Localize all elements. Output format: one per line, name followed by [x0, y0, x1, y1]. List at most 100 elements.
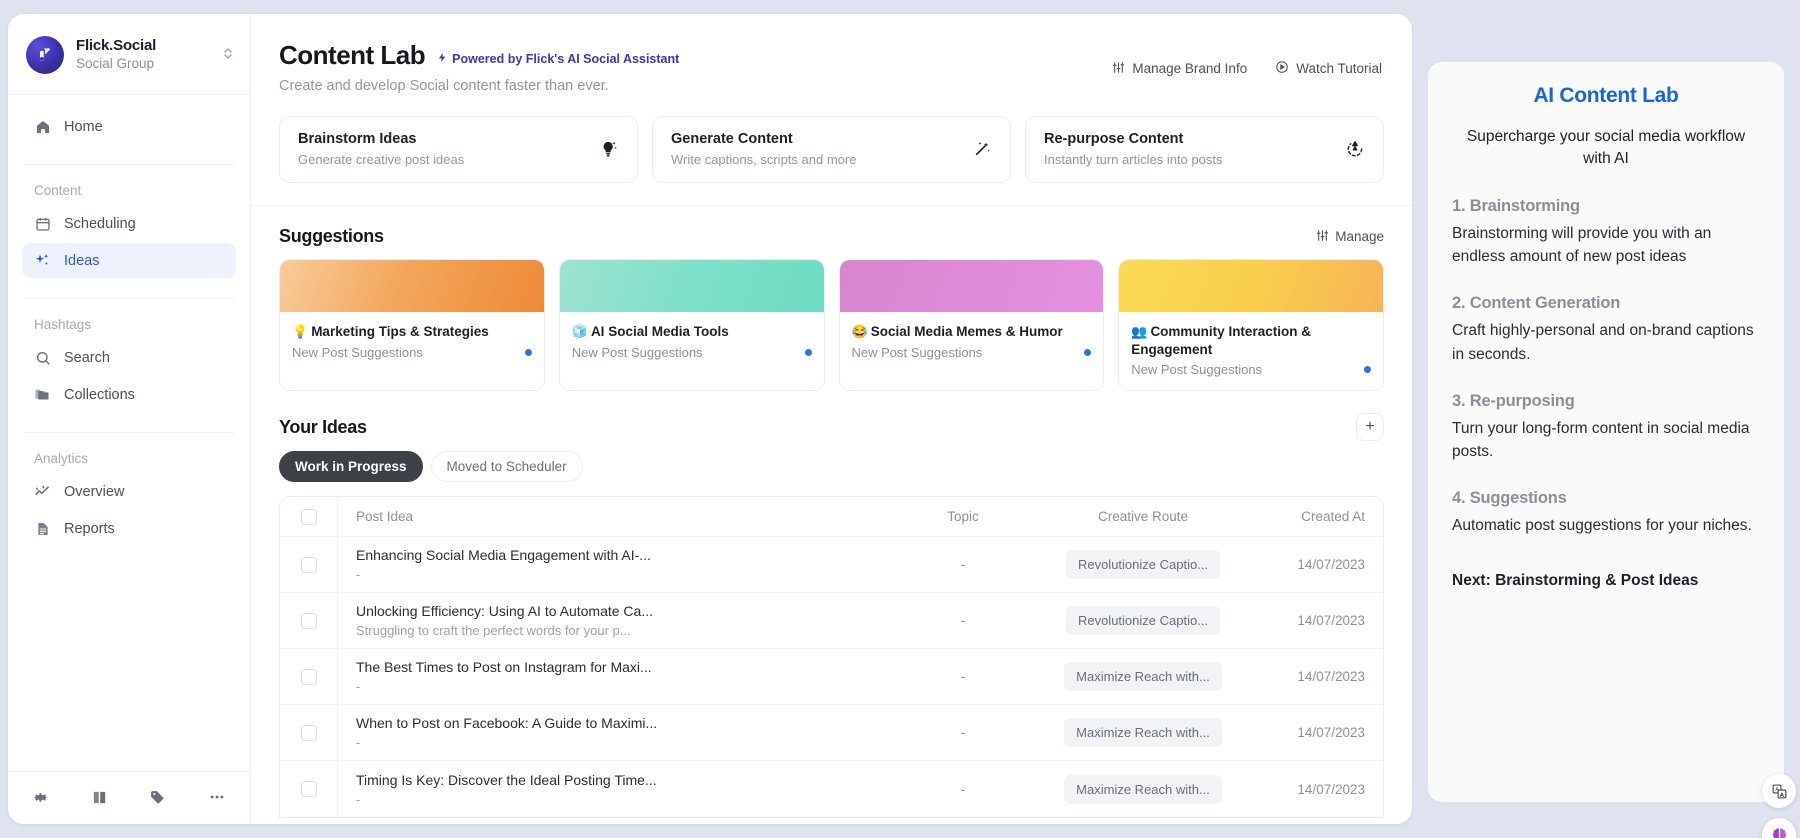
panel-step-body: Craft highly-personal and on-brand capti…: [1452, 319, 1760, 366]
sidebar-item-reports[interactable]: Reports: [22, 511, 236, 546]
sidebar-nav: Home Content Scheduling: [8, 95, 250, 771]
row-checkbox[interactable]: [301, 669, 317, 685]
translate-icon[interactable]: A: [1762, 774, 1796, 808]
sidebar-item-ideas[interactable]: Ideas: [22, 243, 236, 278]
column-header-topic: Topic: [888, 509, 1038, 524]
suggestion-card[interactable]: 💡Marketing Tips & Strategies New Post Su…: [279, 259, 545, 391]
row-topic: -: [888, 725, 1038, 740]
nav-group-main: Home: [22, 109, 236, 150]
row-route-cell: Maximize Reach with...: [1038, 662, 1248, 691]
suggestions-title: Suggestions: [279, 226, 384, 247]
row-idea-subtitle: -: [356, 735, 888, 750]
tab-moved-to-scheduler[interactable]: Moved to Scheduler: [431, 451, 583, 482]
suggestion-emoji: 🧊: [572, 324, 588, 339]
route-pill[interactable]: Maximize Reach with...: [1064, 662, 1222, 691]
row-idea-title: The Best Times to Post on Instagram for …: [356, 659, 888, 675]
ellipsis-icon[interactable]: [208, 788, 226, 806]
sparkles-icon: [34, 252, 51, 269]
workspace-switcher[interactable]: Flick.Social Social Group: [8, 14, 250, 95]
sidebar-item-collections[interactable]: Collections: [22, 377, 236, 412]
suggestion-card[interactable]: 👥Community Interaction & Engagement New …: [1118, 259, 1384, 391]
tab-work-in-progress[interactable]: Work in Progress: [279, 451, 423, 482]
generate-content-card[interactable]: Generate Content Write captions, scripts…: [652, 116, 1011, 183]
suggestion-name: 🧊AI Social Media Tools: [572, 323, 812, 341]
suggestion-emoji: 💡: [292, 324, 308, 339]
add-idea-button[interactable]: +: [1356, 413, 1384, 441]
manage-brand-info-button[interactable]: Manage Brand Info: [1112, 61, 1247, 77]
panel-step-brainstorming: 1. Brainstorming Brainstorming will prov…: [1452, 197, 1760, 269]
panel-step-body: Automatic post suggestions for your nich…: [1452, 514, 1760, 537]
row-created-at: 14/07/2023: [1248, 725, 1383, 740]
suggestion-card[interactable]: 🧊AI Social Media Tools New Post Suggesti…: [559, 259, 825, 391]
panel-subtitle: Supercharge your social media workflow w…: [1452, 126, 1760, 171]
action-card-title: Generate Content: [671, 131, 856, 147]
panel-step-body: Brainstorming will provide you with an e…: [1452, 222, 1760, 269]
row-checkbox[interactable]: [301, 725, 317, 741]
row-route-cell: Maximize Reach with...: [1038, 718, 1248, 747]
row-select-cell: [280, 705, 338, 760]
row-created-at: 14/07/2023: [1248, 557, 1383, 572]
table-row[interactable]: Unlocking Efficiency: Using AI to Automa…: [280, 593, 1383, 649]
table-row[interactable]: When to Post on Facebook: A Guide to Max…: [280, 705, 1383, 761]
book-icon[interactable]: [91, 789, 108, 806]
lightbulb-sparkle-icon: [599, 139, 619, 159]
content-scroll-area[interactable]: Suggestions Manage 💡Marketing Tips & Str…: [251, 205, 1412, 824]
route-pill[interactable]: Revolutionize Captio...: [1066, 606, 1220, 635]
workspace-subtitle: Social Group: [76, 56, 156, 73]
action-card-subtitle: Write captions, scripts and more: [671, 152, 856, 167]
chevron-updown-icon[interactable]: [223, 46, 233, 63]
row-idea-subtitle: Struggling to craft the perfect words fo…: [356, 623, 888, 638]
row-checkbox[interactable]: [301, 781, 317, 797]
suggestion-name-label: Marketing Tips & Strategies: [311, 324, 489, 339]
row-idea-cell: Enhancing Social Media Engagement with A…: [338, 547, 888, 582]
panel-step-heading: 3. Re-purposing: [1452, 392, 1760, 411]
manage-suggestions-button[interactable]: Manage: [1316, 229, 1384, 245]
table-row[interactable]: The Best Times to Post on Instagram for …: [280, 649, 1383, 705]
sidebar-item-label: Reports: [64, 521, 115, 537]
row-checkbox[interactable]: [301, 613, 317, 629]
gear-icon[interactable]: [32, 789, 49, 806]
sidebar-item-home[interactable]: Home: [22, 109, 236, 144]
row-select-cell: [280, 593, 338, 648]
sliders-icon: [1112, 61, 1125, 77]
suggestion-emoji: 👥: [1131, 324, 1147, 339]
sidebar-item-overview[interactable]: Overview: [22, 474, 236, 509]
tag-icon[interactable]: [149, 789, 166, 806]
flick-logo-icon: [26, 36, 64, 74]
ideas-table: Post Idea Topic Creative Route Created A…: [279, 496, 1384, 818]
sliders-icon: [1316, 229, 1329, 245]
suggestion-card[interactable]: 😂Social Media Memes & Humor New Post Sug…: [839, 259, 1105, 391]
suggestion-body: 👥Community Interaction & Engagement New …: [1119, 312, 1383, 390]
row-idea-subtitle: -: [356, 792, 888, 807]
route-pill[interactable]: Maximize Reach with...: [1064, 775, 1222, 804]
recycle-icon: [1345, 139, 1365, 159]
sidebar-item-scheduling[interactable]: Scheduling: [22, 206, 236, 241]
suggestion-banner: [280, 260, 544, 312]
column-header-post-idea: Post Idea: [338, 509, 888, 524]
re-purpose-content-card[interactable]: Re-purpose Content Instantly turn articl…: [1025, 116, 1384, 183]
brain-icon[interactable]: [1762, 818, 1796, 838]
nav-divider: [24, 164, 234, 165]
row-checkbox[interactable]: [301, 557, 317, 573]
row-idea-cell: Unlocking Efficiency: Using AI to Automa…: [338, 603, 888, 638]
row-idea-title: Enhancing Social Media Engagement with A…: [356, 547, 888, 563]
table-row[interactable]: Timing Is Key: Discover the Ideal Postin…: [280, 761, 1383, 817]
row-select-cell: [280, 649, 338, 704]
route-pill[interactable]: Maximize Reach with...: [1064, 718, 1222, 747]
suggestion-meta: New Post Suggestions: [852, 345, 1092, 360]
suggestion-name-label: Community Interaction & Engagement: [1131, 324, 1311, 357]
watch-tutorial-button[interactable]: Watch Tutorial: [1275, 60, 1382, 77]
table-header-row: Post Idea Topic Creative Route Created A…: [280, 497, 1383, 537]
brainstorm-ideas-card[interactable]: Brainstorm Ideas Generate creative post …: [279, 116, 638, 183]
action-card-title: Re-purpose Content: [1044, 131, 1222, 147]
suggestion-cards: 💡Marketing Tips & Strategies New Post Su…: [279, 259, 1384, 391]
row-created-at: 14/07/2023: [1248, 669, 1383, 684]
route-pill[interactable]: Revolutionize Captio...: [1066, 550, 1220, 579]
select-all-checkbox[interactable]: [301, 509, 317, 525]
sidebar-item-search[interactable]: Search: [22, 340, 236, 375]
table-row[interactable]: Enhancing Social Media Engagement with A…: [280, 537, 1383, 593]
panel-step-body: Turn your long-form content in social me…: [1452, 417, 1760, 464]
nav-group-hashtags: Hashtags Search Collections: [22, 313, 236, 418]
main-content: Content Lab Powered by Flick's AI Social…: [251, 14, 1412, 824]
nav-group-content: Content Scheduling Ideas: [22, 179, 236, 284]
